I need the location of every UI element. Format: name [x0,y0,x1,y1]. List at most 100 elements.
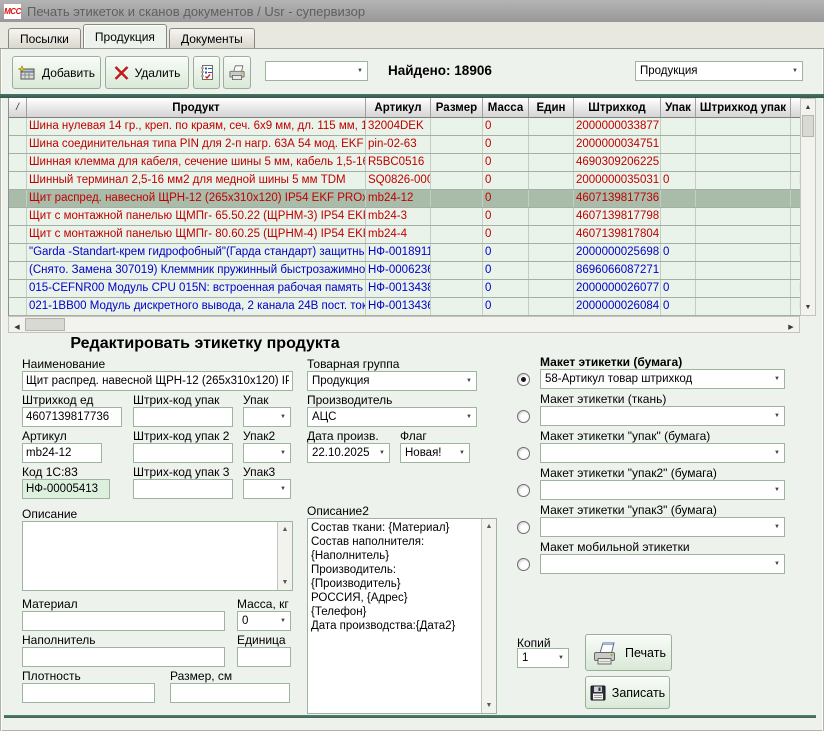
layout-block: Макет этикетки "упак3" (бумага)▼ [517,503,787,537]
layout-select[interactable]: ▼ [540,406,785,426]
layout-select[interactable]: ▼ [540,443,785,463]
column-header[interactable]: Штрихкод упак [696,98,791,118]
list-button[interactable] [193,56,220,89]
chevron-down-icon: ▼ [770,450,784,456]
scroll-down-icon[interactable]: ▼ [801,300,815,314]
layout-radio[interactable] [517,410,530,423]
group-select-value: Продукция [312,375,462,387]
column-header[interactable]: Артикул [366,98,431,118]
layout-radio[interactable] [517,484,530,497]
pack3-select[interactable]: ▼ [243,479,291,499]
scroll-up-icon[interactable]: ▲ [801,100,815,114]
column-header[interactable]: / [9,98,27,118]
filler-field[interactable] [22,647,225,667]
layout-select[interactable]: ▼ [540,517,785,537]
density-field[interactable] [22,683,155,703]
vertical-scrollbar[interactable]: ▲ ▼ [800,98,816,316]
table-row[interactable]: Шина соединительная типа PIN для 2-п наг… [9,136,800,154]
table-row[interactable]: Щит распред. навесной ЩРН-12 (265x310x12… [9,190,800,208]
tab-parcels[interactable]: Посылки [8,28,81,48]
pack-barcode3-field[interactable] [133,479,233,499]
material-label: Материал [22,597,78,611]
pack-label: Упак [243,393,269,407]
cell-pack [661,226,696,243]
column-header[interactable]: Един [529,98,574,118]
save-button[interactable]: Записать [585,676,670,709]
table-row[interactable]: 015-CEFNR00 Модуль CPU 015N: встроенная … [9,280,800,298]
code1c-field[interactable] [22,479,110,499]
mode-select[interactable]: Продукция ▼ [635,61,803,81]
description-scrollbar[interactable]: ▲ ▼ [277,522,292,590]
table-row[interactable]: Шинная клемма для кабеля, сечение шины 5… [9,154,800,172]
horizontal-scroll-thumb[interactable] [25,318,65,331]
description2-scrollbar[interactable]: ▲ ▼ [481,519,496,713]
table-row[interactable]: "Garda -Standart-крем гидрофобный"(Гарда… [9,244,800,262]
layout-radio[interactable] [517,373,530,386]
scroll-down-icon[interactable]: ▼ [278,576,292,589]
layout-select[interactable]: 58-Артикул товар штрихкод▼ [540,369,785,389]
cell-ind [9,226,27,243]
scroll-up-icon[interactable]: ▲ [482,520,496,533]
table-row[interactable]: Щит с монтажной панелью ЩМПг- 80.60.25 (… [9,226,800,244]
table-row[interactable]: Щит с монтажной панелью ЩМПг- 65.50.22 (… [9,208,800,226]
table-row[interactable]: 021-1BB00 Модуль дискретного вывода, 2 к… [9,298,800,316]
layout-radio[interactable] [517,558,530,571]
group-select[interactable]: Продукция ▼ [307,371,477,391]
column-header[interactable]: Продукт [27,98,366,118]
layout-radio[interactable] [517,447,530,460]
cell-barcode: 2000000035031 [574,172,661,189]
scroll-down-icon[interactable]: ▼ [482,699,496,712]
description2-field[interactable]: Состав ткани: {Материал} Состав наполнит… [307,518,497,714]
pack-barcode-field[interactable] [133,407,233,427]
column-header[interactable]: Упак [661,98,696,118]
column-header[interactable]: Штрихкод [574,98,661,118]
layout-select[interactable]: ▼ [540,554,785,574]
cell-unit [529,118,574,135]
scroll-right-icon[interactable]: ▶ [784,320,798,334]
table-row[interactable]: Шина нулевая 14 гр., креп. по краям, сеч… [9,118,800,136]
tab-products[interactable]: Продукция [83,24,167,48]
cell-sku: НФ-00062367 [366,262,431,279]
chevron-down-icon: ▼ [276,414,290,420]
layout-radio[interactable] [517,521,530,534]
material-field[interactable] [22,611,225,631]
horizontal-scrollbar[interactable]: ◀ ▶ [8,316,800,333]
layout-select[interactable]: ▼ [540,480,785,500]
manufacturer-select[interactable]: АЦС ▼ [307,407,477,427]
print-grid-button[interactable] [223,56,251,89]
pack-select[interactable]: ▼ [243,407,291,427]
add-button[interactable]: Добавить [12,56,101,89]
vertical-scroll-thumb[interactable] [802,115,814,137]
unit-field[interactable] [237,647,291,667]
description-field[interactable]: ▲ ▼ [22,521,293,591]
date-select[interactable]: 22.10.2025 ▼ [307,443,390,463]
edit-label-form: Редактировать этикетку продукта Наименов… [0,335,824,731]
delete-button[interactable]: Удалить [105,56,189,89]
size-field[interactable] [170,683,290,703]
tab-documents[interactable]: Документы [169,28,255,48]
barcode-field[interactable] [22,407,122,427]
sku-field[interactable] [22,443,102,463]
group-label: Товарная группа [307,357,399,371]
column-header[interactable]: Размер [431,98,483,118]
main-panel: Добавить Удалить ▼ Найдено: 18906 [0,48,824,731]
copies-select[interactable]: 1 ▼ [517,648,569,668]
pack-barcode2-field[interactable] [133,443,233,463]
print-button[interactable]: Печать [585,634,672,671]
flag-select[interactable]: Новая! ▼ [400,443,470,463]
scroll-left-icon[interactable]: ◀ [10,320,24,334]
quick-search-select[interactable]: ▼ [265,61,368,81]
pack2-select[interactable]: ▼ [243,443,291,463]
table-row[interactable]: Шинный терминал 2,5-16 мм2 для медной ши… [9,172,800,190]
table-row[interactable]: (Снято. Замена 307019) Клеммник пружинны… [9,262,800,280]
chevron-down-icon: ▼ [554,655,568,661]
column-header[interactable]: Масса [483,98,529,118]
mass-select[interactable]: 0 ▼ [237,611,291,631]
layout-row: 58-Артикул товар штрихкод▼ [517,369,787,389]
name-field[interactable] [22,371,293,391]
layout-select-value: 58-Артикул товар штрихкод [545,373,770,385]
chevron-down-icon: ▼ [455,450,469,456]
cell-unit [529,298,574,315]
scroll-up-icon[interactable]: ▲ [278,523,292,536]
layout-label: Макет этикетки "упак2" (бумага) [540,466,787,480]
